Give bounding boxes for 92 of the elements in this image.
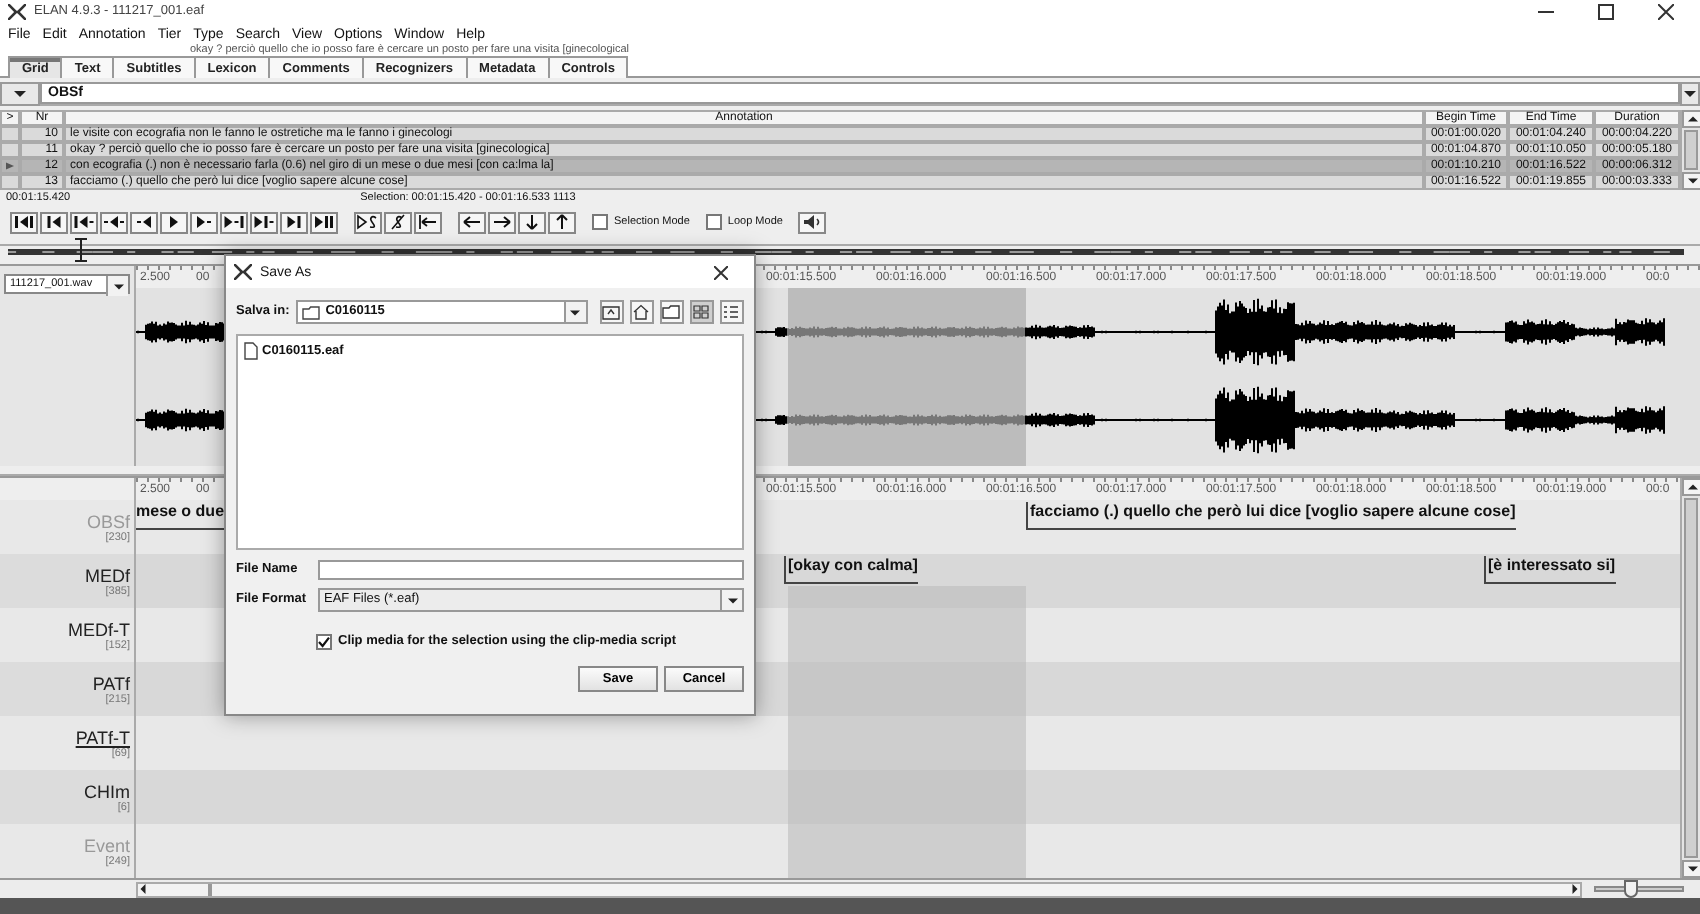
playback-icon [192,214,216,230]
right-arrow-button[interactable] [488,211,516,233]
maximize-icon [1598,4,1614,20]
close-icon [713,265,727,279]
current-row-icon [6,160,14,172]
play-button[interactable] [160,211,188,233]
play-selection-button[interactable] [354,211,382,233]
scroll-up-button[interactable] [1682,110,1700,128]
down-arrow-icon [570,307,581,317]
playback-icon [102,214,126,230]
playback-icon [42,214,66,230]
tier-menu-button[interactable] [0,82,40,106]
scroll-thumb[interactable] [1684,498,1698,858]
tier-name[interactable]: PATf [92,673,130,693]
close-icon [1658,4,1674,20]
dropdown-button[interactable] [1680,82,1700,106]
down-arrow-icon [727,595,737,605]
folder-up-icon [602,304,621,320]
up-arrow-icon [1687,114,1697,124]
down-arrow-icon [1684,88,1696,100]
clear-selection-button[interactable] [384,211,412,233]
tier-name[interactable]: MEDf-T [68,619,130,639]
left-arrow-button[interactable] [458,211,486,233]
dropdown-button[interactable] [563,302,586,322]
vertical-scrollbar[interactable] [1680,478,1700,878]
home-button[interactable] [629,300,654,324]
play-selection-icon [356,214,380,230]
volume-button[interactable] [798,211,827,233]
next-pixel-button[interactable] [190,211,218,233]
down-arrow-button[interactable] [518,211,546,233]
playback-icon [132,214,156,230]
clip-media-checkbox[interactable] [316,634,332,650]
text-cursor-icon [74,238,88,262]
annotation[interactable]: facciamo (.) quello che però lui dice [voglio sapere alcune cose] [1026,502,1516,530]
right-arrow-icon [490,214,514,230]
scroll-thumb[interactable] [208,883,212,895]
home-icon [632,304,651,320]
playback-icon [252,214,276,230]
horizontal-scrollbar[interactable] [136,881,1582,897]
down-arrow-icon [1687,864,1697,874]
boundary-arrow-icon [416,214,440,230]
down-arrow-icon [14,88,26,100]
right-arrow-icon [1570,884,1580,894]
up-arrow-button[interactable] [548,211,576,233]
next-frame-button[interactable] [220,211,248,233]
step-back-button[interactable] [70,211,98,233]
vertical-scrollbar[interactable] [1680,110,1700,190]
step-forward-button[interactable] [250,211,278,233]
next-page-button[interactable] [280,211,308,233]
tier-name[interactable]: PATf-T [75,727,130,747]
folder-icon [301,305,320,319]
playback-icon [222,214,246,230]
dropdown-button[interactable] [106,276,128,296]
scroll-down-button[interactable] [1682,172,1700,190]
details-list-icon [722,304,741,320]
down-arrow-icon [520,214,544,230]
previous-pixel-button[interactable] [130,211,158,233]
selection-boundary-button[interactable] [414,211,442,233]
tier-name[interactable]: CHIm [84,781,130,801]
clear-selection-icon [386,214,410,230]
scroll-up-button[interactable] [1682,478,1700,496]
playback-icon [282,214,306,230]
speaker-icon [800,214,825,230]
loop-mode-checkbox[interactable] [705,214,722,230]
annotation[interactable]: [è interessato si] [1484,556,1616,584]
details-view-button[interactable] [719,300,744,324]
file-icon [244,342,258,360]
folder-icon [662,304,681,320]
scroll-down-button[interactable] [1682,860,1700,878]
left-arrow-icon [138,884,148,894]
playback-icon [72,214,96,230]
scroll-thumb[interactable] [1684,130,1698,170]
previous-page-button[interactable] [40,211,68,233]
list-view-button[interactable] [689,300,714,324]
new-folder-button[interactable] [659,300,684,324]
grid-icon [692,304,711,320]
up-arrow-icon [1687,482,1697,492]
down-arrow-icon [113,281,123,291]
dropdown-button[interactable] [720,590,742,610]
down-arrow-icon [1687,176,1697,186]
file-name-input[interactable] [318,560,744,580]
left-arrow-icon [460,214,484,230]
go-to-begin-button[interactable] [10,211,38,233]
up-folder-button[interactable] [599,300,624,324]
previous-frame-button[interactable] [100,211,128,233]
go-to-end-button[interactable] [310,211,338,233]
slider-thumb[interactable] [1624,880,1639,898]
selection-mode-checkbox[interactable] [592,214,608,230]
playback-icon [312,214,336,230]
annotation[interactable]: [okay con calma] [784,556,918,584]
playback-icon [12,214,36,230]
tier-name[interactable]: MEDf [85,565,130,585]
